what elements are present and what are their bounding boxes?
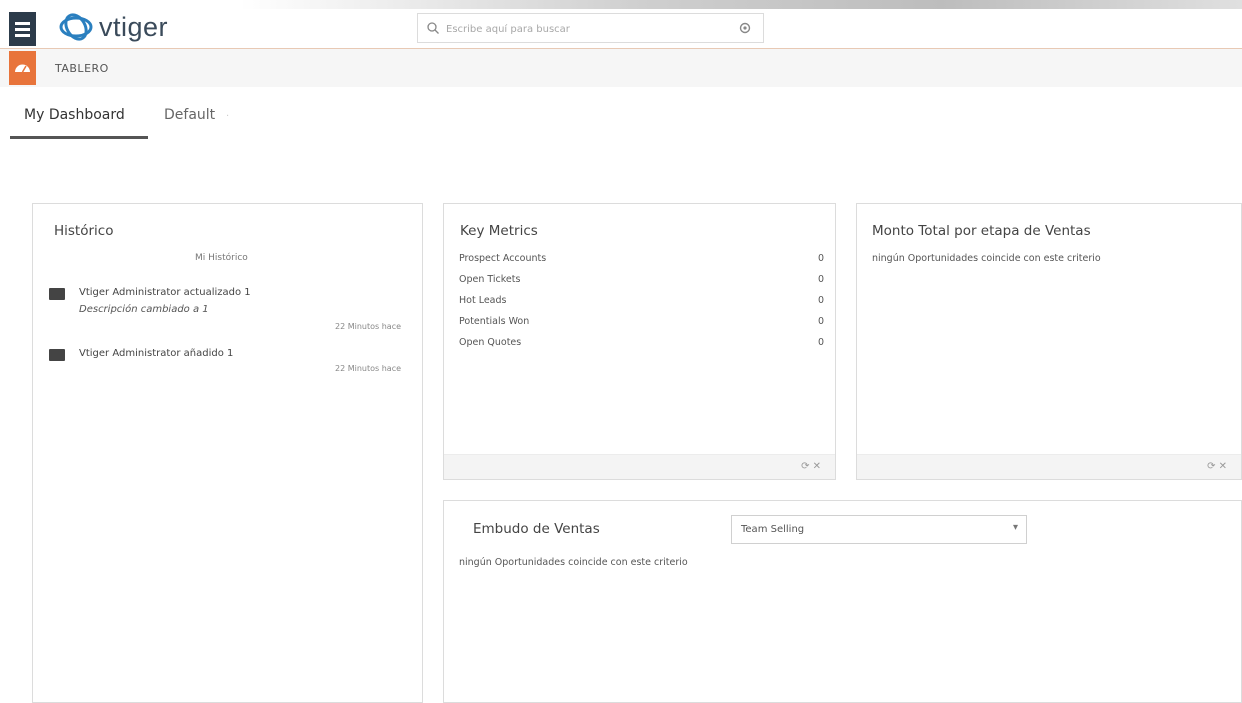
hamburger-menu-icon[interactable]: [9, 12, 36, 46]
widget-actions[interactable]: ⟳ ✕: [801, 461, 821, 472]
history-text[interactable]: Vtiger Administrator añadido 1: [79, 348, 233, 359]
widget-title: Histórico: [54, 223, 114, 239]
active-tab-underline: [10, 136, 148, 139]
metric-row[interactable]: Prospect Accounts 0: [459, 253, 824, 264]
header-shade: [240, 0, 1242, 9]
history-text[interactable]: Vtiger Administrator actualizado 1: [79, 287, 251, 298]
metric-row[interactable]: Open Quotes 0: [459, 337, 824, 348]
record-icon: [49, 288, 65, 300]
empty-message: ningún Oportunidades coincide con este c…: [459, 557, 688, 568]
dashboard-module-icon[interactable]: [9, 51, 36, 85]
metric-value: 0: [817, 253, 824, 264]
search-input[interactable]: [444, 18, 738, 40]
metric-label: Potentials Won: [459, 316, 530, 327]
metric-value: 0: [817, 274, 824, 285]
vtiger-logo[interactable]: vtiger: [58, 10, 218, 46]
embudo-ventas-widget: Embudo de Ventas Team Selling ▾ ningún O…: [443, 500, 1242, 703]
metric-row[interactable]: Potentials Won 0: [459, 316, 824, 327]
module-title: TABLERO: [55, 62, 109, 75]
chevron-down-icon: ▾: [1012, 522, 1018, 533]
widget-title: Monto Total por etapa de Ventas: [872, 223, 1091, 239]
history-time: 22 Minutos hace: [335, 364, 402, 373]
tab-default-close-icon[interactable]: ·: [226, 111, 229, 122]
top-header: vtiger: [0, 0, 1242, 50]
global-search[interactable]: [417, 13, 764, 43]
module-bar: [0, 49, 1242, 87]
metric-value: 0: [817, 316, 824, 327]
metric-label: Open Quotes: [459, 337, 522, 348]
sales-stage-select[interactable]: Team Selling ▾: [731, 515, 1027, 544]
metric-row[interactable]: Open Tickets 0: [459, 274, 824, 285]
metric-row[interactable]: Hot Leads 0: [459, 295, 824, 306]
widget-footer: ⟳ ✕: [444, 454, 835, 479]
history-time: 22 Minutos hace: [335, 322, 402, 331]
select-value: Team Selling: [741, 524, 805, 535]
metric-label: Hot Leads: [459, 295, 507, 306]
key-metrics-widget: Key Metrics Prospect Accounts 0 Open Tic…: [443, 203, 836, 480]
metric-value: 0: [817, 337, 824, 348]
widget-title: Key Metrics: [460, 223, 538, 239]
widget-footer: ⟳ ✕: [857, 454, 1241, 479]
empty-message: ningún Oportunidades coincide con este c…: [872, 253, 1101, 264]
widget-title: Embudo de Ventas: [473, 521, 600, 537]
monto-total-widget: Monto Total por etapa de Ventas ningún O…: [856, 203, 1242, 480]
historico-filter[interactable]: Mi Histórico: [195, 253, 248, 263]
tab-my-dashboard[interactable]: My Dashboard: [24, 107, 125, 123]
widget-actions[interactable]: ⟳ ✕: [1207, 461, 1227, 472]
logo-text: vtiger: [99, 12, 169, 42]
metric-value: 0: [817, 295, 824, 306]
historico-widget: Histórico Mi Histórico Vtiger Administra…: [32, 203, 423, 703]
metric-label: Open Tickets: [459, 274, 521, 285]
advanced-search-icon[interactable]: [739, 22, 751, 34]
vtiger-logo-icon: [59, 13, 93, 41]
history-description: Descripción cambiado a 1: [79, 304, 209, 315]
search-icon: [427, 22, 439, 34]
tab-default[interactable]: Default: [164, 107, 215, 123]
record-icon: [49, 349, 65, 361]
metric-label: Prospect Accounts: [459, 253, 547, 264]
